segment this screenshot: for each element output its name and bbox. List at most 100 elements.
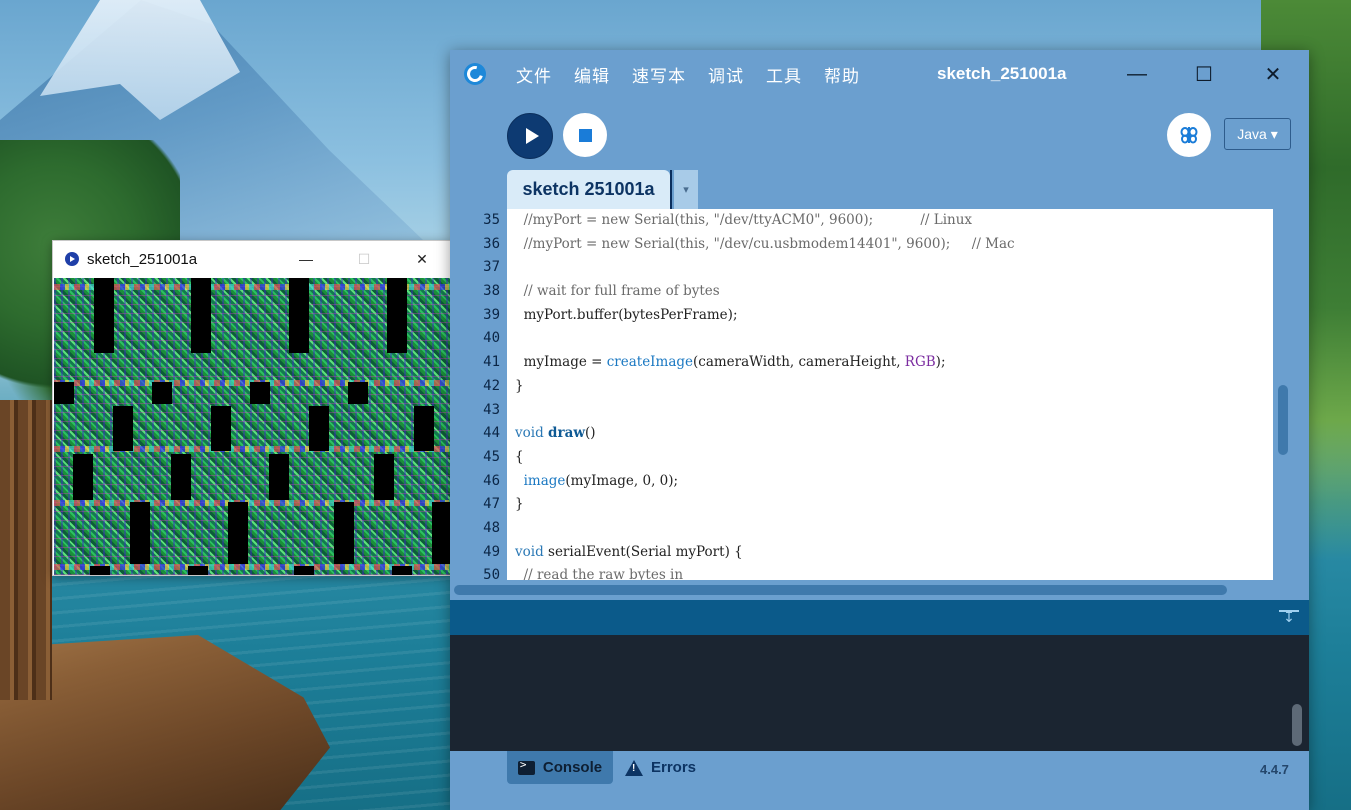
errors-tab[interactable]: Errors [625, 751, 696, 784]
code-line[interactable]: 50 // read the raw bytes in [450, 564, 1273, 580]
stop-button[interactable] [563, 113, 607, 157]
code-text: // wait for full frame of bytes [515, 283, 720, 299]
mode-selector[interactable]: Java ▾ [1224, 118, 1291, 150]
menu-tools[interactable]: 工具 [756, 62, 814, 87]
menu-sketch[interactable]: 速写本 [622, 62, 698, 87]
ide-close-button[interactable]: ✕ [1253, 60, 1293, 88]
collapse-console-icon[interactable]: ↧ [1279, 608, 1299, 626]
code-line[interactable]: 45 { [450, 446, 1273, 470]
black-block [432, 502, 451, 564]
code-token: (myImage, 0, 0); [565, 472, 679, 489]
tab-menu-dropdown[interactable]: ▾ [674, 170, 698, 209]
sketch-output-window[interactable]: sketch_251001a — ☐ ✕ [52, 240, 452, 576]
menu-help[interactable]: 帮助 [814, 62, 872, 87]
errors-tab-label: Errors [651, 759, 697, 776]
console-tab-label: Console [542, 759, 603, 776]
menu-edit[interactable]: 编辑 [564, 62, 622, 87]
console-scroll-thumb[interactable] [1292, 704, 1302, 746]
code-line[interactable]: 40 [450, 327, 1273, 351]
console-tab[interactable]: Console [507, 751, 613, 784]
code-line[interactable]: 37 [450, 256, 1273, 280]
code-token: // read the raw bytes in [515, 567, 684, 580]
glitch-band [54, 500, 451, 506]
code-line[interactable]: 42} [450, 375, 1273, 399]
code-line[interactable]: 46 image(myImage, 0, 0); [450, 470, 1273, 494]
wallpaper-railing [0, 400, 52, 700]
sketch-close-button[interactable]: ✕ [393, 241, 451, 277]
version-label: 4.4.7 [1260, 762, 1289, 777]
sketch-minimize-button[interactable]: — [277, 241, 335, 277]
code-text: void serialEvent(Serial myPort) { [515, 544, 743, 560]
console-output[interactable] [450, 635, 1309, 751]
code-line[interactable]: 48 [450, 517, 1273, 541]
code-text: //myPort = new Serial(this, "/dev/cu.usb… [515, 236, 1015, 252]
run-button[interactable] [507, 113, 553, 159]
line-number: 44 [483, 425, 500, 442]
black-block [188, 566, 208, 575]
black-block [90, 566, 110, 575]
line-number: 38 [483, 283, 500, 300]
code-line[interactable]: 49 void serialEvent(Serial myPort) { [450, 541, 1273, 565]
debugger-button[interactable] [1167, 113, 1211, 157]
processing-ide-window[interactable]: 文件 编辑 速写本 调试 工具 帮助 sketch_251001a — ☐ ✕ … [450, 50, 1309, 810]
ide-titlebar[interactable]: 文件 编辑 速写本 调试 工具 帮助 sketch_251001a — ☐ ✕ [450, 50, 1309, 98]
black-block [269, 454, 289, 500]
sketch-titlebar[interactable]: sketch_251001a — ☐ ✕ [53, 241, 451, 277]
sketch-canvas[interactable] [54, 278, 451, 575]
processing-sketch-icon [65, 252, 79, 266]
sketch-maximize-button[interactable]: ☐ [335, 241, 393, 277]
code-line[interactable]: 47} [450, 493, 1273, 517]
line-number: 50 [483, 567, 500, 580]
editor-horizontal-scroll-thumb[interactable] [454, 585, 1227, 595]
line-number: 36 [483, 235, 500, 252]
black-block [374, 454, 394, 500]
black-block [414, 406, 434, 451]
code-text: image(myImage, 0, 0); [515, 473, 678, 489]
menu-debug[interactable]: 调试 [698, 62, 756, 87]
line-number: 49 [483, 543, 500, 560]
editor-vertical-scroll-thumb[interactable] [1278, 385, 1288, 455]
debug-butterfly-icon [1180, 127, 1198, 144]
code-token: image [523, 472, 566, 489]
black-block [171, 454, 191, 500]
code-line[interactable]: 41 myImage = createImage(cameraWidth, ca… [450, 351, 1273, 375]
black-block [191, 278, 211, 353]
black-block [334, 502, 354, 564]
code-text: //myPort = new Serial(this, "/dev/ttyACM… [515, 212, 972, 228]
code-token: void [515, 425, 549, 442]
code-line[interactable]: 38 // wait for full frame of bytes [450, 280, 1273, 304]
menu-file[interactable]: 文件 [506, 62, 564, 87]
black-block [73, 454, 93, 500]
processing-logo-icon [464, 63, 486, 85]
code-line[interactable]: 35 //myPort = new Serial(this, "/dev/tty… [450, 209, 1273, 233]
code-text: } [515, 496, 524, 512]
code-lines: 35 //myPort = new Serial(this, "/dev/tty… [450, 209, 1273, 580]
code-line[interactable]: 36 //myPort = new Serial(this, "/dev/cu.… [450, 233, 1273, 257]
line-number: 47 [483, 496, 500, 513]
code-token: myImage = [515, 354, 607, 371]
code-line[interactable]: 44 void draw() [450, 422, 1273, 446]
black-block [392, 566, 412, 575]
sketch-tabbar: sketch 251001a ▾ [450, 170, 1309, 210]
tab-sketch[interactable]: sketch 251001a [507, 170, 670, 209]
code-token: serialEvent(Serial myPort) { [548, 543, 743, 560]
ide-minimize-button[interactable]: — [1117, 60, 1157, 88]
black-block [130, 502, 150, 564]
console-icon [517, 758, 535, 775]
code-line[interactable]: 39 myPort.buffer(bytesPerFrame); [450, 304, 1273, 328]
black-block [289, 278, 309, 353]
code-token: void [515, 543, 549, 560]
ide-maximize-button[interactable]: ☐ [1184, 60, 1224, 88]
code-token: // wait for full frame of bytes [515, 283, 720, 300]
line-number: 35 [483, 212, 500, 228]
code-token: createImage [606, 354, 693, 371]
code-editor[interactable]: 35 //myPort = new Serial(this, "/dev/tty… [450, 209, 1273, 580]
black-block [348, 382, 368, 404]
code-token: draw [548, 425, 585, 442]
code-text: myImage = createImage(cameraWidth, camer… [515, 354, 946, 370]
code-token: () [584, 425, 596, 442]
ide-window-title: sketch_251001a [937, 64, 1067, 83]
code-line[interactable]: 43 [450, 399, 1273, 423]
warning-icon [625, 759, 643, 776]
code-token: (cameraWidth, cameraHeight, [693, 354, 905, 371]
